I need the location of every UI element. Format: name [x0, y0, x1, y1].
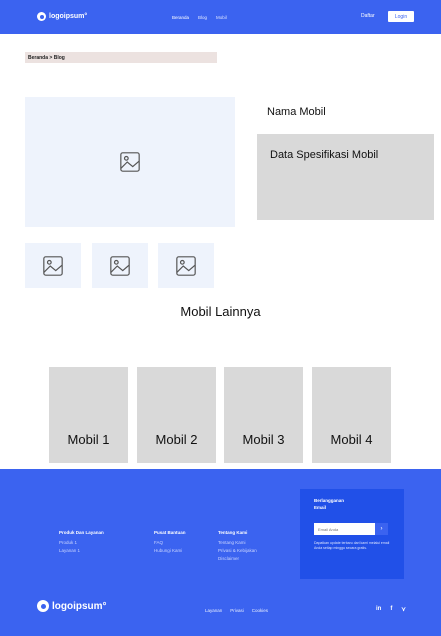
- newsletter-box: Berlangganan Email › Dapatkan update ter…: [300, 489, 404, 579]
- nav-mobil[interactable]: Mobil: [216, 15, 227, 20]
- logo-mark-icon: [37, 600, 49, 612]
- footer-link[interactable]: Disclaimer: [218, 555, 257, 563]
- footer: Produk Dan Layanan Produk 1 Layanan 1 Pu…: [0, 469, 441, 636]
- footer-column-products: Produk Dan Layanan Produk 1 Layanan 1: [59, 529, 104, 555]
- logo-text: logoipsum°: [49, 13, 88, 20]
- thumbnail-2[interactable]: [92, 243, 148, 288]
- logo[interactable]: logoipsum°: [37, 12, 87, 21]
- footer-link-cookies[interactable]: Cookies: [252, 608, 268, 613]
- footer-column-about: Tentang Kami Tentang Kami Privasi & Kebi…: [218, 529, 257, 563]
- newsletter-form: ›: [314, 523, 390, 535]
- car-card-3[interactable]: Mobil 3: [224, 367, 303, 463]
- footer-column-help: Pusat Bantuan FAQ Hubungi Kami: [154, 529, 186, 555]
- facebook-icon[interactable]: f: [390, 606, 392, 613]
- footer-column-heading: Pusat Bantuan: [154, 530, 186, 535]
- image-placeholder-icon: [110, 255, 130, 276]
- other-cars-heading: Mobil Lainnya: [180, 304, 261, 319]
- footer-link[interactable]: Tentang Kami: [218, 539, 257, 547]
- logo-mark-icon: [37, 12, 46, 21]
- image-placeholder-icon: [43, 255, 63, 276]
- footer-legal-links: Layanan Privasi Cookies: [205, 608, 268, 613]
- footer-link[interactable]: Privasi & Kebijakan: [218, 547, 257, 555]
- top-navbar: logoipsum° Beranda Blog Mobil Daftar Log…: [0, 0, 441, 34]
- car-card-label: Mobil 3: [242, 432, 285, 447]
- breadcrumb[interactable]: Beranda > Blog: [25, 52, 217, 63]
- car-card-4[interactable]: Mobil 4: [312, 367, 391, 463]
- footer-column-heading: Tentang Kami: [218, 530, 248, 535]
- newsletter-email-input[interactable]: [314, 523, 375, 535]
- footer-link[interactable]: FAQ: [154, 539, 186, 547]
- linkedin-icon[interactable]: in: [376, 606, 381, 613]
- nav-beranda[interactable]: Beranda: [172, 15, 189, 20]
- logo-text: logoipsum°: [52, 600, 107, 612]
- register-button[interactable]: Daftar: [361, 13, 375, 19]
- car-name-heading: Nama Mobil: [267, 106, 326, 118]
- footer-column-heading: Produk Dan Layanan: [59, 530, 104, 535]
- car-card-label: Mobil 1: [67, 432, 110, 447]
- image-placeholder-icon: [120, 152, 140, 172]
- car-spec-panel: Data Spesifikasi Mobil: [257, 134, 434, 220]
- footer-link[interactable]: Produk 1: [59, 539, 104, 547]
- main-car-image[interactable]: [25, 97, 235, 227]
- newsletter-heading: Berlangganan Email: [314, 498, 345, 510]
- car-card-1[interactable]: Mobil 1: [49, 367, 128, 463]
- social-links: in f ⋎: [376, 606, 406, 613]
- car-card-label: Mobil 4: [330, 432, 373, 447]
- footer-link-privasi[interactable]: Privasi: [230, 608, 244, 613]
- main-nav: Beranda Blog Mobil: [172, 15, 227, 20]
- footer-link-layanan[interactable]: Layanan: [205, 608, 222, 613]
- nav-blog[interactable]: Blog: [198, 15, 207, 20]
- login-button[interactable]: Login: [388, 11, 414, 22]
- footer-link[interactable]: Layanan 1: [59, 547, 104, 555]
- newsletter-description: Dapatkan update terbaru dari kami melalu…: [314, 541, 390, 550]
- car-card-2[interactable]: Mobil 2: [137, 367, 216, 463]
- thumbnail-1[interactable]: [25, 243, 81, 288]
- tiktok-icon[interactable]: ⋎: [401, 606, 405, 613]
- newsletter-submit-button[interactable]: ›: [375, 523, 388, 535]
- image-placeholder-icon: [176, 255, 196, 276]
- car-card-label: Mobil 2: [155, 432, 198, 447]
- thumbnail-3[interactable]: [158, 243, 214, 288]
- footer-link[interactable]: Hubungi Kami: [154, 547, 186, 555]
- footer-logo[interactable]: logoipsum°: [37, 600, 107, 612]
